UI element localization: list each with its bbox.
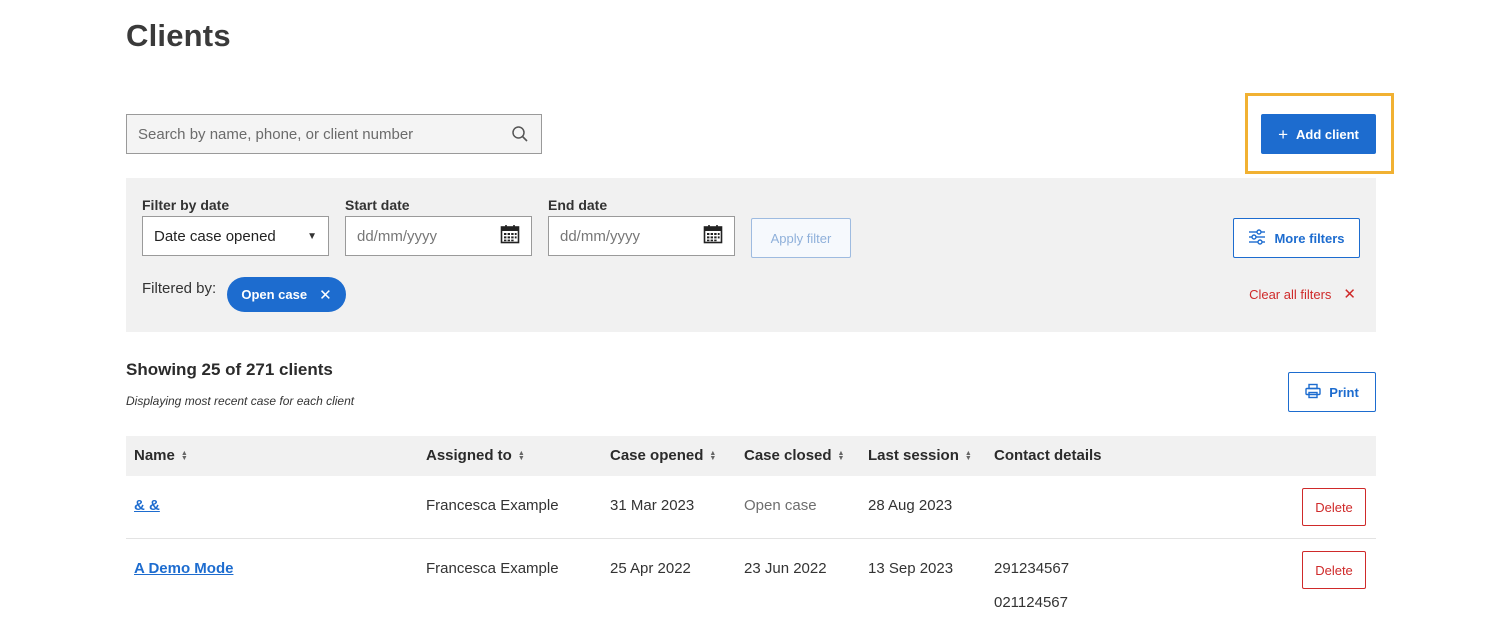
print-label: Print bbox=[1329, 384, 1359, 400]
add-client-button[interactable]: + Add client bbox=[1261, 114, 1376, 154]
contact-phone: 291234567 bbox=[994, 560, 1070, 577]
last-session-cell: 13 Sep 2023 bbox=[868, 560, 954, 577]
start-date-placeholder: dd/mm/yyyy bbox=[357, 227, 438, 245]
delete-button[interactable]: Delete bbox=[1302, 551, 1366, 589]
column-label: Contact details bbox=[994, 447, 1102, 464]
column-header-name[interactable]: Name ▲ ▼ bbox=[134, 447, 188, 464]
column-label: Name bbox=[134, 447, 175, 464]
clients-table: Name ▲ ▼ Assigned to ▲ ▼ Case opened ▲ ▼ Ca… bbox=[126, 436, 1376, 625]
calendar-icon[interactable] bbox=[500, 224, 520, 248]
start-date-label: Start date bbox=[345, 197, 410, 213]
results-count: Showing 25 of 271 clients bbox=[126, 360, 333, 379]
plus-icon: + bbox=[1278, 124, 1289, 144]
sort-icon[interactable]: ▲ ▼ bbox=[709, 450, 716, 462]
assigned-to-cell: Francesca Example bbox=[426, 560, 559, 577]
end-date-placeholder: dd/mm/yyyy bbox=[560, 227, 641, 245]
assigned-to-cell: Francesca Example bbox=[426, 497, 559, 514]
column-header-case-closed[interactable]: Case closed ▲ ▼ bbox=[744, 447, 844, 464]
sort-icon[interactable]: ▲ ▼ bbox=[181, 450, 188, 462]
add-client-label: Add client bbox=[1296, 126, 1359, 142]
close-icon[interactable]: ✕ bbox=[319, 286, 332, 304]
column-header-last-session[interactable]: Last session ▲ ▼ bbox=[868, 447, 972, 464]
column-label: Case closed bbox=[744, 447, 832, 464]
sort-icon[interactable]: ▲ ▼ bbox=[965, 450, 972, 462]
sort-icon[interactable]: ▲ ▼ bbox=[518, 450, 525, 462]
column-label: Last session bbox=[868, 447, 959, 464]
calendar-icon[interactable] bbox=[703, 224, 723, 248]
sliders-icon bbox=[1248, 228, 1266, 248]
column-label: Assigned to bbox=[426, 447, 512, 464]
chip-label: Open case bbox=[241, 287, 308, 302]
client-name-cell[interactable]: A Demo Mode bbox=[134, 560, 233, 577]
case-closed-cell: 23 Jun 2022 bbox=[744, 560, 827, 577]
filter-by-date-label: Filter by date bbox=[142, 197, 230, 213]
close-icon: ✕ bbox=[1343, 286, 1356, 303]
column-header-assigned[interactable]: Assigned to ▲ ▼ bbox=[426, 447, 525, 464]
end-date-input[interactable]: dd/mm/yyyy bbox=[548, 216, 735, 256]
search-box[interactable] bbox=[126, 114, 542, 154]
filter-by-date-select[interactable]: Date case opened ▼ bbox=[142, 216, 329, 256]
more-filters-label: More filters bbox=[1274, 230, 1345, 246]
sort-icon[interactable]: ▲ ▼ bbox=[838, 450, 845, 462]
table-row: & & Francesca Example 31 Mar 2023 Open c… bbox=[126, 476, 1376, 539]
case-opened-cell: 25 Apr 2022 bbox=[610, 560, 691, 577]
search-icon[interactable] bbox=[510, 124, 530, 144]
table-header: Name ▲ ▼ Assigned to ▲ ▼ Case opened ▲ ▼ Ca… bbox=[126, 436, 1376, 476]
case-closed-cell: Open case bbox=[744, 497, 817, 514]
page-title: Clients bbox=[126, 18, 231, 53]
client-name-link[interactable]: & & bbox=[134, 497, 160, 514]
results-subtext: Displaying most recent case for each cli… bbox=[126, 394, 355, 408]
end-date-label: End date bbox=[548, 197, 608, 213]
client-name-link[interactable]: A Demo Mode bbox=[134, 560, 233, 577]
filter-panel: Filter by date Date case opened ▼ Start … bbox=[126, 178, 1376, 332]
clear-all-filters-link[interactable]: Clear all filters ✕ bbox=[1249, 285, 1356, 303]
search-input[interactable] bbox=[138, 125, 510, 143]
client-name-cell[interactable]: & & bbox=[134, 497, 160, 514]
start-date-input[interactable]: dd/mm/yyyy bbox=[345, 216, 532, 256]
apply-filter-button[interactable]: Apply filter bbox=[751, 218, 851, 258]
table-row: A Demo Mode Francesca Example 25 Apr 202… bbox=[126, 539, 1376, 625]
filter-by-date-value: Date case opened bbox=[154, 227, 276, 245]
print-button[interactable]: Print bbox=[1288, 372, 1376, 412]
column-label: Case opened bbox=[610, 447, 704, 464]
more-filters-button[interactable]: More filters bbox=[1233, 218, 1360, 258]
clear-all-label: Clear all filters bbox=[1249, 286, 1332, 302]
column-header-case-opened[interactable]: Case opened ▲ ▼ bbox=[610, 447, 716, 464]
printer-icon bbox=[1305, 383, 1321, 402]
caret-down-icon: ▼ bbox=[307, 230, 317, 242]
filtered-by-label: Filtered by: bbox=[142, 280, 217, 297]
last-session-cell: 28 Aug 2023 bbox=[868, 497, 953, 514]
delete-button[interactable]: Delete bbox=[1302, 488, 1366, 526]
case-opened-cell: 31 Mar 2023 bbox=[610, 497, 695, 514]
column-header-contact-details: Contact details bbox=[994, 447, 1102, 464]
contact-phone: 021124567 bbox=[994, 594, 1068, 611]
active-filter-chip[interactable]: Open case ✕ bbox=[227, 277, 346, 312]
